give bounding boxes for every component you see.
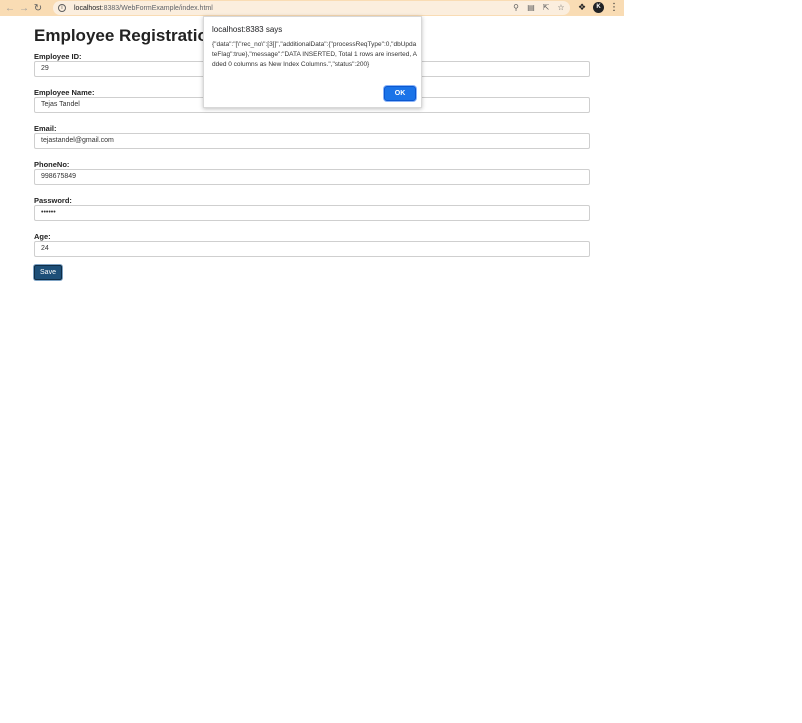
back-arrow-icon[interactable]: ← (3, 0, 17, 16)
password-input[interactable]: •••••• (34, 205, 590, 221)
dialog-message: {"data":"[\"rec_no\":[3]]","additionalDa… (212, 41, 417, 68)
field-label: Age: (34, 232, 51, 241)
field-email: Email: tejastandel@gmail.com (34, 124, 590, 160)
site-info-icon[interactable]: i (58, 4, 66, 12)
profile-avatar[interactable]: K (593, 2, 604, 13)
url-host: localhost (74, 4, 102, 12)
field-label: Email: (34, 124, 57, 133)
browser-toolbar: ← → ↻ i localhost:8383/WebFormExample/in… (0, 0, 624, 16)
dialog-title: localhost:8383 says (212, 25, 283, 34)
reload-icon[interactable]: ↻ (31, 0, 45, 16)
address-bar[interactable]: i localhost:8383/WebFormExample/index.ht… (53, 1, 570, 15)
forward-arrow-icon[interactable]: → (17, 0, 31, 16)
url-path: :8383/WebFormExample/index.html (101, 4, 213, 12)
field-label: PhoneNo: (34, 160, 70, 169)
alert-dialog: localhost:8383 says {"data":"[\"rec_no\"… (203, 16, 422, 108)
email-input[interactable]: tejastandel@gmail.com (34, 133, 590, 149)
translate-icon[interactable]: ▤ (525, 2, 537, 14)
field-phone: PhoneNo: 998675849 (34, 160, 590, 196)
omnibox-icons: ⚲ ▤ ⇱ ☆ (510, 2, 567, 14)
share-icon[interactable]: ⇱ (540, 2, 552, 14)
phone-input[interactable]: 998675849 (34, 169, 590, 185)
age-input[interactable]: 24 (34, 241, 590, 257)
url-text[interactable]: localhost:8383/WebFormExample/index.html (74, 5, 213, 12)
star-icon[interactable]: ☆ (555, 2, 567, 14)
save-button[interactable]: Save (34, 265, 62, 280)
field-age: Age: 24 (34, 232, 590, 268)
ok-button[interactable]: OK (384, 86, 416, 101)
puzzle-icon[interactable]: ❖ (576, 2, 588, 14)
kebab-menu-icon[interactable]: ⋮ (609, 1, 619, 15)
field-label: Password: (34, 196, 72, 205)
key-icon[interactable]: ⚲ (510, 2, 522, 14)
field-password: Password: •••••• (34, 196, 590, 232)
